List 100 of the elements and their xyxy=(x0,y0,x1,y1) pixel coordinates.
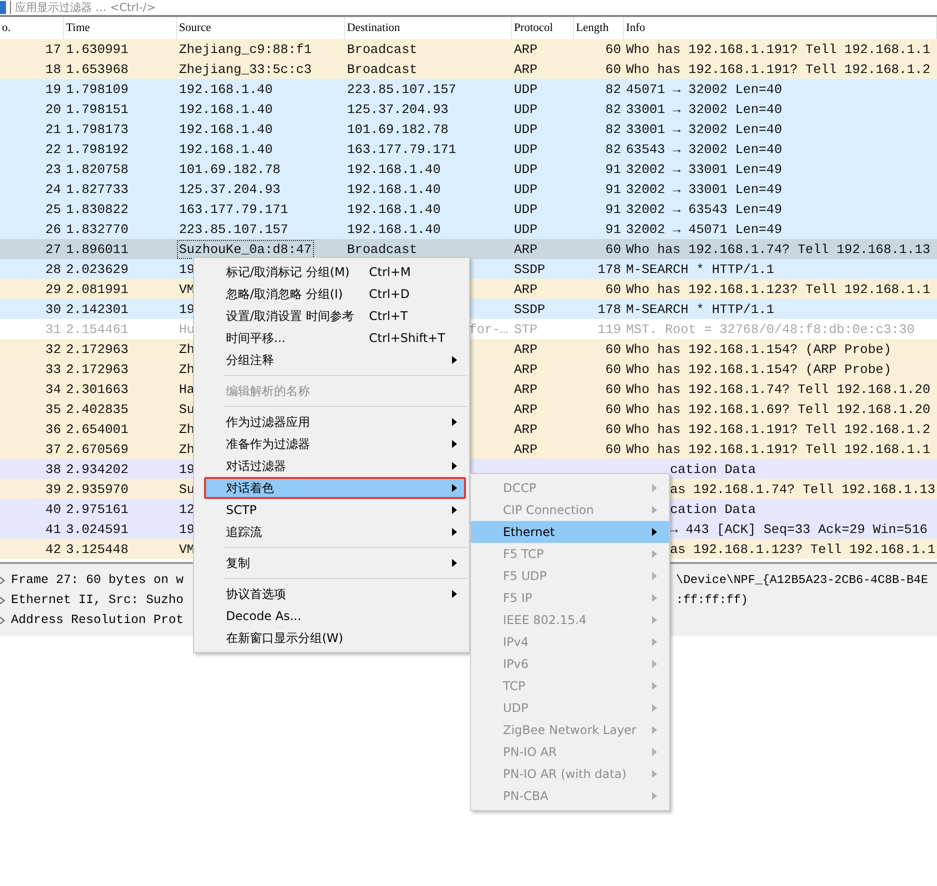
table-cell: 27 xyxy=(45,242,61,256)
table-cell: Broadcast xyxy=(347,42,418,56)
table-cell: 32002 → 45071 Len=49 xyxy=(626,222,782,236)
table-cell: 34 xyxy=(45,382,61,396)
table-cell: 2.934202 xyxy=(66,462,128,476)
table-cell: 31 xyxy=(45,322,61,336)
table-cell: 2.935970 xyxy=(66,482,128,496)
table-cell: 3.125448 xyxy=(66,542,128,556)
table-cell: 91 xyxy=(605,162,621,176)
table-cell: → 443 [ACK] Seq=33 Ack=29 Win=516 xyxy=(670,522,928,536)
table-cell: 60 xyxy=(605,422,621,436)
table-cell: 178 xyxy=(598,302,621,316)
table-cell: 33 xyxy=(45,362,61,376)
table-cell: 1.653968 xyxy=(66,62,128,76)
table-cell: Who has 192.168.1.191? Tell 192.168.1.2 xyxy=(626,422,930,436)
table-cell: 32002 → 63543 Len=49 xyxy=(626,202,782,216)
table-cell: Who has 192.168.1.154? (ARP Probe) xyxy=(626,362,892,376)
table-cell: UDP xyxy=(514,202,538,216)
table-cell: 1.630991 xyxy=(66,42,128,56)
table-cell: 192.168.1.40 xyxy=(179,82,273,96)
table-cell: 21 xyxy=(45,122,61,136)
table-cell: 3.024591 xyxy=(66,522,128,536)
table-cell: 2.081991 xyxy=(66,282,128,296)
table-cell: STP xyxy=(514,322,538,336)
table-cell: 28 xyxy=(45,262,61,276)
table-cell: 2.670569 xyxy=(66,442,128,456)
table-cell: 192.168.1.40 xyxy=(179,142,273,156)
table-cell: 2.023629 xyxy=(66,262,128,276)
table-cell: 1.830822 xyxy=(66,202,128,216)
table-cell: UDP xyxy=(514,142,538,156)
table-cell: Zhejiang_33:5c:c3 xyxy=(179,62,312,76)
table-cell: 19 xyxy=(45,82,61,96)
table-cell: 1.798192 xyxy=(66,142,128,156)
table-cell: cation Data xyxy=(670,462,756,476)
table-cell: ARP xyxy=(514,422,538,436)
table-cell: 25 xyxy=(45,202,61,216)
table-cell: Who has 192.168.1.74? Tell 192.168.1.20 xyxy=(626,382,930,396)
table-cell: 163.177.79.171 xyxy=(347,142,456,156)
table-cell: 60 xyxy=(605,242,621,256)
table-cell: Who has 192.168.1.191? Tell 192.168.1.1 xyxy=(626,442,930,456)
table-cell: 60 xyxy=(605,342,621,356)
table-cell: 91 xyxy=(605,202,621,216)
table-cell: UDP xyxy=(514,162,538,176)
table-cell: 125.37.204.93 xyxy=(179,182,280,196)
table-cell: 192.168.1.40 xyxy=(347,202,441,216)
table-cell: 32002 → 33001 Len=49 xyxy=(626,162,782,176)
table-cell: 223.85.107.157 xyxy=(347,82,456,96)
table-cell: 1.832770 xyxy=(66,222,128,236)
table-cell: 60 xyxy=(605,62,621,76)
table-cell: Zhejiang_c9:88:f1 xyxy=(179,42,312,56)
table-cell: 82 xyxy=(605,122,621,136)
table-cell: ARP xyxy=(514,442,538,456)
table-cell: 101.69.182.78 xyxy=(347,122,448,136)
table-cell: 30 xyxy=(45,302,61,316)
table-cell: 101.69.182.78 xyxy=(179,162,280,176)
table-cell: UDP xyxy=(514,182,538,196)
table-cell: ARP xyxy=(514,42,538,56)
table-cell: 33001 → 32002 Len=40 xyxy=(626,122,782,136)
table-cell: 32002 → 33001 Len=49 xyxy=(626,182,782,196)
table-cell: 60 xyxy=(605,282,621,296)
table-cell: 2.654001 xyxy=(66,422,128,436)
table-cell: 178 xyxy=(598,262,621,276)
table-cell: 1.798109 xyxy=(66,82,128,96)
table-cell: 60 xyxy=(605,402,621,416)
table-cell: 60 xyxy=(605,382,621,396)
table-cell: 82 xyxy=(605,82,621,96)
table-cell: 2.975161 xyxy=(66,502,128,516)
table-cell: for-… xyxy=(469,322,508,336)
table-cell: 42 xyxy=(45,542,61,556)
table-cell: 192.168.1.40 xyxy=(347,222,441,236)
table-cell: 2.402835 xyxy=(66,402,128,416)
table-cell: 1.820758 xyxy=(66,162,128,176)
table-cell: 2.172963 xyxy=(66,362,128,376)
table-cell: 82 xyxy=(605,142,621,156)
table-cell: 24 xyxy=(45,182,61,196)
table-cell: 192.168.1.40 xyxy=(179,102,273,116)
table-cell: M-SEARCH * HTTP/1.1 xyxy=(626,262,774,276)
table-cell: 17 xyxy=(45,42,61,56)
table-cell: 37 xyxy=(45,442,61,456)
table-cell: SSDP xyxy=(514,262,546,276)
table-cell: UDP xyxy=(514,222,538,236)
table-cell: ARP xyxy=(514,402,538,416)
table-cell: 32 xyxy=(45,342,61,356)
table-cell: 23 xyxy=(45,162,61,176)
table-cell: Who has 192.168.1.74? Tell 192.168.1.13 xyxy=(626,242,930,256)
table-cell: 12 xyxy=(179,502,195,516)
table-cell: 2.154461 xyxy=(66,322,128,336)
table-cell: SSDP xyxy=(514,302,546,316)
table-cell: 35 xyxy=(45,402,61,416)
table-cell: 41 xyxy=(45,522,61,536)
table-cell: 63543 → 32002 Len=40 xyxy=(626,142,782,156)
table-cell: MST. Root = 32768/0/48:f8:db:0e:c3:30 xyxy=(626,322,915,336)
table-cell: 45071 → 32002 Len=40 xyxy=(626,82,782,96)
table-cell: UDP xyxy=(514,82,538,96)
table-cell: 223.85.107.157 xyxy=(179,222,288,236)
table-cell: SuzhouKe_0a:d8:47 xyxy=(179,242,312,256)
table-cell: Who has 192.168.1.191? Tell 192.168.1.2 xyxy=(626,62,930,76)
table-cell: ARP xyxy=(514,242,538,256)
table-cell: 2.301663 xyxy=(66,382,128,396)
table-cell: 60 xyxy=(605,362,621,376)
